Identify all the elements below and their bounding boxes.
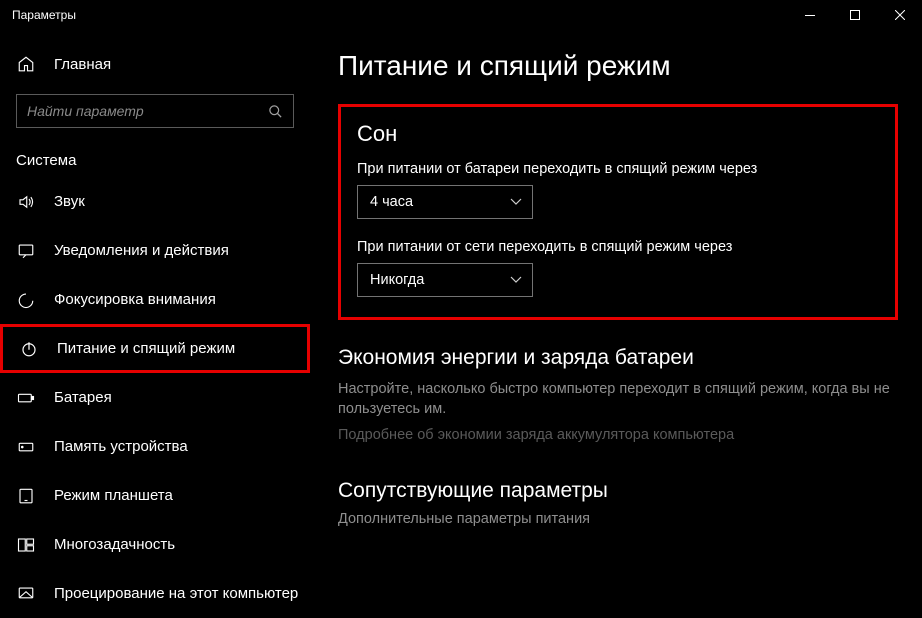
battery-icon — [16, 389, 36, 407]
minimize-icon — [805, 15, 815, 16]
energy-desc: Настройте, насколько быстро компьютер пе… — [338, 380, 898, 419]
maximize-icon — [850, 10, 860, 20]
sidebar-item-project[interactable]: Проецирование на этот компьютер — [0, 569, 310, 618]
sleep-plugged-value: Никогда — [370, 272, 424, 288]
sidebar-item-label: Память устройства — [54, 438, 310, 455]
sleep-heading: Сон — [357, 121, 879, 147]
sidebar-item-focus[interactable]: Фокусировка внимания — [0, 275, 310, 324]
content-area: Питание и спящий режим Сон При питании о… — [310, 30, 922, 605]
sleep-plugged-label: При питании от сети переходить в спящий … — [357, 239, 879, 255]
window-controls — [787, 0, 922, 30]
related-link[interactable]: Дополнительные параметры питания — [338, 511, 898, 527]
sleep-battery-dropdown[interactable]: 4 часа — [357, 185, 533, 219]
sidebar-item-sound[interactable]: Звук — [0, 177, 310, 226]
search-box[interactable] — [16, 94, 294, 128]
related-heading: Сопутствующие параметры — [338, 479, 898, 503]
sidebar-item-label: Уведомления и действия — [54, 242, 310, 259]
sidebar: Главная Система Звук Уведомления и дейст… — [0, 30, 310, 605]
project-icon — [16, 585, 36, 603]
page-title: Питание и спящий режим — [338, 50, 898, 82]
sidebar-item-label: Проецирование на этот компьютер — [54, 585, 310, 602]
sidebar-item-storage[interactable]: Память устройства — [0, 422, 310, 471]
sidebar-group-label: Система — [0, 138, 310, 177]
sidebar-item-label: Батарея — [54, 389, 310, 406]
notifications-icon — [16, 242, 36, 260]
sidebar-item-label: Питание и спящий режим — [57, 340, 307, 357]
sidebar-item-label: Звук — [54, 193, 310, 210]
storage-icon — [16, 438, 36, 456]
search-icon — [268, 104, 283, 119]
titlebar: Параметры — [0, 0, 922, 30]
search-container — [0, 84, 310, 138]
sleep-battery-label: При питании от батареи переходить в спящ… — [357, 161, 879, 177]
home-icon — [16, 55, 36, 73]
chevron-down-icon — [510, 276, 522, 284]
sidebar-item-notifications[interactable]: Уведомления и действия — [0, 226, 310, 275]
sidebar-item-battery[interactable]: Батарея — [0, 373, 310, 422]
energy-more-link[interactable]: Подробнее об экономии заряда аккумулятор… — [338, 427, 898, 443]
multitask-icon — [16, 536, 36, 554]
sleep-plugged-dropdown[interactable]: Никогда — [357, 263, 533, 297]
close-icon — [895, 10, 905, 20]
sidebar-item-multitask[interactable]: Многозадачность — [0, 520, 310, 569]
minimize-button[interactable] — [787, 0, 832, 30]
window-title: Параметры — [12, 8, 76, 22]
sidebar-item-label: Фокусировка внимания — [54, 291, 310, 308]
sleep-battery-value: 4 часа — [370, 194, 413, 210]
tablet-icon — [16, 487, 36, 505]
maximize-button[interactable] — [832, 0, 877, 30]
search-input[interactable] — [27, 103, 268, 119]
focus-icon — [16, 291, 36, 309]
sidebar-item-label: Многозадачность — [54, 536, 310, 553]
sidebar-home-label: Главная — [54, 56, 111, 73]
close-button[interactable] — [877, 0, 922, 30]
sound-icon — [16, 193, 36, 211]
sidebar-home[interactable]: Главная — [0, 44, 310, 84]
energy-heading: Экономия энергии и заряда батареи — [338, 346, 898, 370]
chevron-down-icon — [510, 198, 522, 206]
sidebar-item-power[interactable]: Питание и спящий режим — [0, 324, 310, 373]
sidebar-item-tablet[interactable]: Режим планшета — [0, 471, 310, 520]
sidebar-item-label: Режим планшета — [54, 487, 310, 504]
sleep-section-highlight: Сон При питании от батареи переходить в … — [338, 104, 898, 320]
power-icon — [19, 340, 39, 358]
